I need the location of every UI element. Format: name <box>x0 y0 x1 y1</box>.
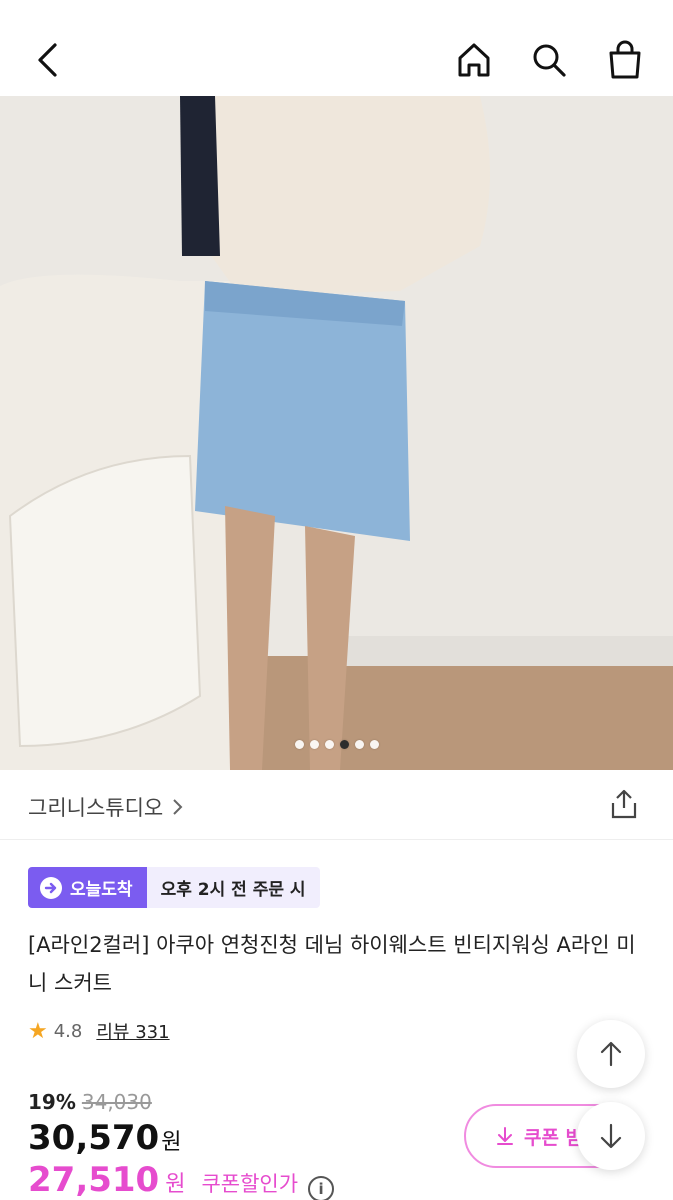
coupon-price: 27,510 <box>28 1160 160 1200</box>
carousel-dot-active[interactable] <box>339 740 349 749</box>
top-navigation-bar <box>0 0 673 96</box>
brand-link[interactable]: 그리니스튜디오 <box>28 792 183 822</box>
discount-row: 19% 34,030 <box>28 1090 152 1114</box>
chevron-right-icon <box>173 799 183 815</box>
carousel-dot[interactable] <box>354 740 364 749</box>
carousel-indicator <box>0 740 673 749</box>
carousel-dot[interactable] <box>324 740 334 749</box>
search-icon[interactable] <box>525 36 573 84</box>
scroll-to-bottom-button[interactable] <box>577 1102 645 1170</box>
product-photo <box>0 96 673 770</box>
discount-rate: 19% <box>28 1090 76 1114</box>
brand-name: 그리니스튜디오 <box>28 796 164 820</box>
coupon-price-row: 27,510 원 쿠폰할인가 i <box>28 1160 335 1200</box>
info-icon[interactable]: i <box>308 1176 335 1200</box>
order-cutoff-text: 오후 2시 전 주문 시 <box>146 867 320 908</box>
arrow-down-icon <box>600 1123 622 1149</box>
carousel-dot[interactable] <box>294 740 304 749</box>
download-icon <box>497 1127 513 1145</box>
original-price: 34,030 <box>81 1090 152 1114</box>
badge-label: 오늘도착 <box>70 880 133 900</box>
shopping-bag-icon[interactable] <box>601 36 649 84</box>
review-link[interactable]: 리뷰 331 <box>96 1018 169 1044</box>
coupon-currency: 원 <box>165 1172 186 1197</box>
carousel-dot[interactable] <box>369 740 379 749</box>
scroll-to-top-button[interactable] <box>577 1020 645 1088</box>
back-icon[interactable] <box>24 36 72 84</box>
brand-row: 그리니스튜디오 <box>0 770 673 840</box>
rating-value: 4.8 <box>53 1020 83 1042</box>
price-row: 30,570 원 <box>28 1118 181 1158</box>
coupon-button-label: 쿠폰 받 <box>524 1126 584 1149</box>
rating-row: ★ 4.8 리뷰 331 <box>28 1018 170 1044</box>
today-delivery-badge: 오늘도착 <box>28 867 147 908</box>
home-icon[interactable] <box>450 36 498 84</box>
arrow-circle-icon <box>40 876 62 899</box>
sale-price: 30,570 <box>28 1118 160 1158</box>
currency-label: 원 <box>161 1130 182 1155</box>
carousel-dot[interactable] <box>309 740 319 749</box>
share-icon[interactable] <box>604 784 644 824</box>
coupon-label: 쿠폰할인가 <box>201 1172 299 1196</box>
product-title: [A라인2컬러] 아쿠아 연청진청 데님 하이웨스트 빈티지워싱 A라인 미니 … <box>28 933 636 995</box>
arrow-up-icon <box>600 1041 622 1067</box>
star-icon: ★ <box>28 1018 48 1044</box>
product-image[interactable] <box>0 96 673 770</box>
delivery-info: 오늘도착 오후 2시 전 주문 시 <box>28 867 320 908</box>
